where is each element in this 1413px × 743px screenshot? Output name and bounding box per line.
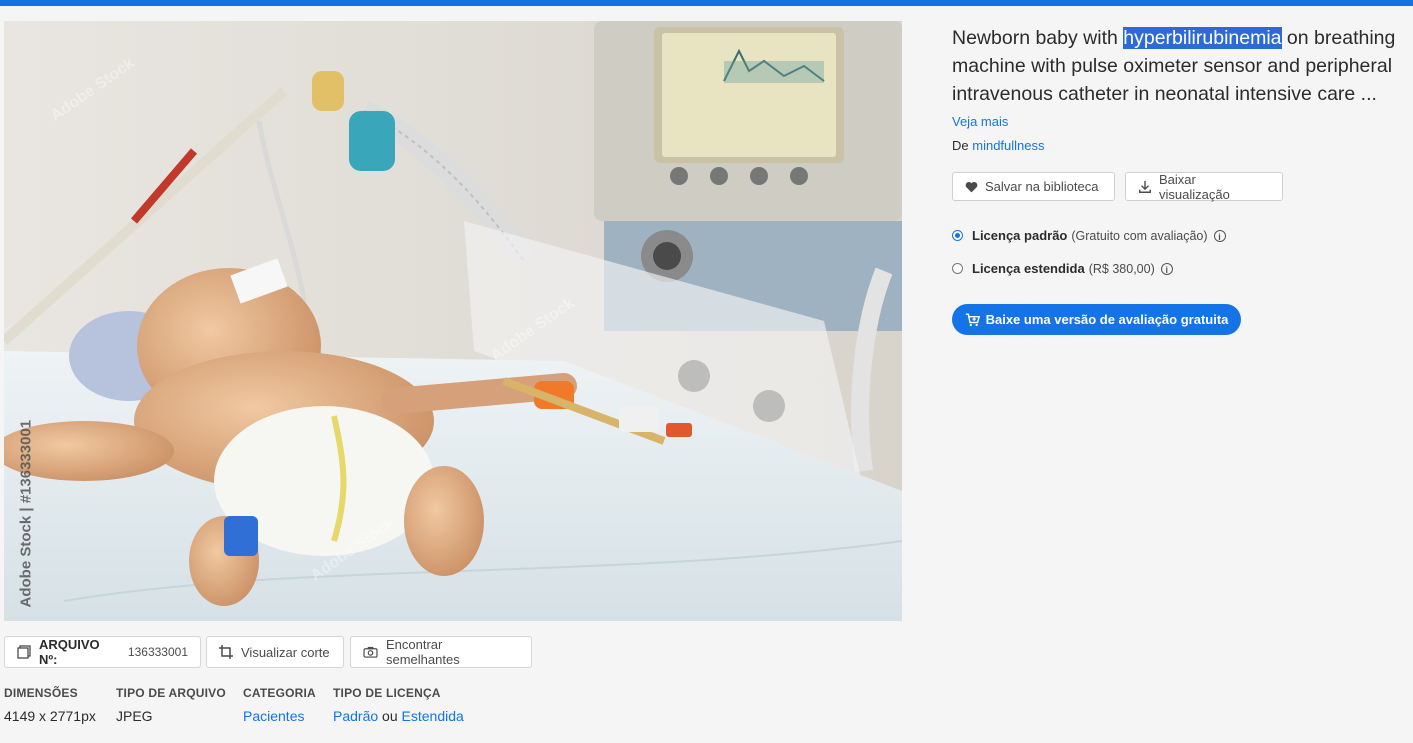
download-icon <box>1138 180 1152 194</box>
author-link[interactable]: mindfullness <box>972 138 1044 153</box>
find-similar-button[interactable]: Encontrar semelhantes <box>350 636 532 668</box>
license-name: Licença estendida <box>972 261 1085 276</box>
file-number-chip[interactable]: ARQUIVO Nº: 136333001 <box>4 636 201 668</box>
author-line: De mindfullness <box>952 138 1045 153</box>
file-icon <box>17 645 31 659</box>
meta-value: JPEG <box>116 708 153 724</box>
cta-label: Baixe uma versão de avaliação gratuita <box>985 312 1229 327</box>
image-watermark: Adobe Stock | #136333001 <box>17 419 35 608</box>
see-more-link[interactable]: Veja mais <box>952 114 1008 129</box>
meta-label: TIPO DE LICENÇA <box>333 686 441 700</box>
file-number-value: 136333001 <box>127 645 188 659</box>
license-note: (Gratuito com avaliação) <box>1071 228 1208 243</box>
heart-icon <box>965 181 978 193</box>
info-icon[interactable]: i <box>1213 229 1226 242</box>
cart-icon <box>965 312 980 327</box>
meta-value: 4149 x 2771px <box>4 708 96 724</box>
meta-filetype: TIPO DE ARQUIVO JPEG <box>116 686 226 724</box>
crop-label: Visualizar corte <box>241 644 330 660</box>
preview-crop-button[interactable]: Visualizar corte <box>206 636 344 668</box>
crop-icon <box>219 645 233 659</box>
meta-label: TIPO DE ARQUIVO <box>116 686 226 700</box>
meta-category: CATEGORIA Pacientes <box>243 686 316 724</box>
category-link[interactable]: Pacientes <box>243 708 304 724</box>
selected-text[interactable]: hyperbilirubinemia <box>1123 27 1282 49</box>
license-note: (R$ 380,00) <box>1088 261 1155 276</box>
top-accent-bar <box>0 0 1413 6</box>
save-to-library-button[interactable]: Salvar na biblioteca <box>952 172 1115 201</box>
license-or-text: ou <box>382 708 398 724</box>
find-similar-label: Encontrar semelhantes <box>386 637 460 667</box>
meta-license-type: TIPO DE LICENÇA Padrão ou Estendida <box>333 686 464 724</box>
meta-dimensions: DIMENSÕES 4149 x 2771px <box>4 686 96 724</box>
radio-selected[interactable] <box>952 230 963 241</box>
image-title: Newborn baby with hyperbilirubinemia on … <box>952 24 1407 108</box>
license-extended-link[interactable]: Estendida <box>402 708 464 724</box>
radio-unselected[interactable] <box>952 263 963 274</box>
license-option-extended[interactable]: Licença estendida (R$ 380,00) i <box>952 261 1173 276</box>
stock-image-preview[interactable]: Adobe Stock Adobe Stock Adobe Stock Adob… <box>4 21 902 621</box>
license-standard-link[interactable]: Padrão <box>333 708 378 724</box>
download-preview-label: Baixar visualização <box>1159 171 1230 202</box>
newborn-photo <box>4 21 902 621</box>
author-prefix: De <box>952 138 969 153</box>
meta-label: CATEGORIA <box>243 686 316 700</box>
license-option-standard[interactable]: Licença padrão (Gratuito com avaliação) … <box>952 228 1226 243</box>
meta-label: DIMENSÕES <box>4 686 78 700</box>
save-button-label: Salvar na biblioteca <box>985 179 1099 194</box>
camera-icon <box>363 646 378 658</box>
info-icon[interactable]: i <box>1160 262 1173 275</box>
license-name: Licença padrão <box>972 228 1068 243</box>
file-number-label: ARQUIVO Nº: <box>39 637 100 667</box>
free-trial-download-button[interactable]: Baixe uma versão de avaliação gratuita <box>952 304 1241 335</box>
download-preview-button[interactable]: Baixar visualização <box>1125 171 1283 202</box>
title-text: Newborn baby with <box>952 27 1124 49</box>
